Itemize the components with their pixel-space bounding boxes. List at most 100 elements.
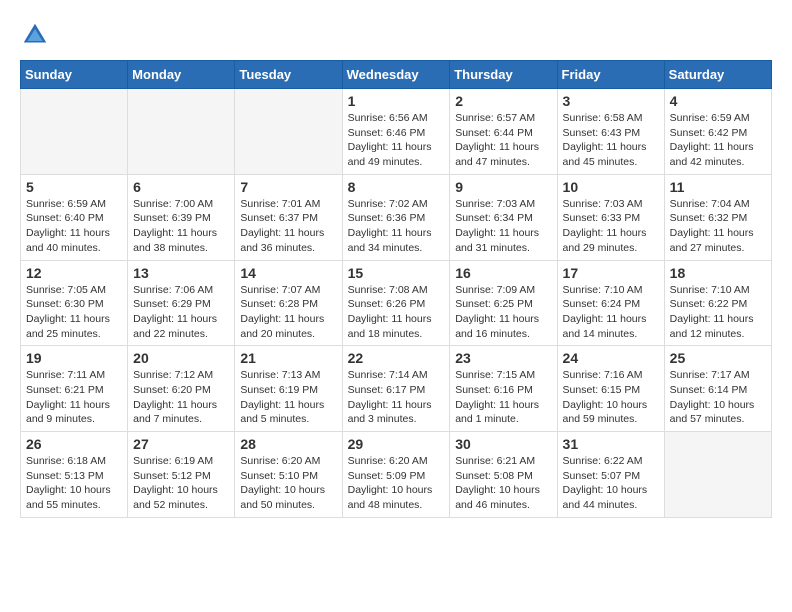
calendar-cell: 2Sunrise: 6:57 AM Sunset: 6:44 PM Daylig… [450, 89, 557, 175]
day-info: Sunrise: 6:18 AM Sunset: 5:13 PM Dayligh… [26, 454, 122, 513]
day-number: 24 [563, 350, 659, 366]
calendar-cell: 14Sunrise: 7:07 AM Sunset: 6:28 PM Dayli… [235, 260, 342, 346]
day-info: Sunrise: 7:03 AM Sunset: 6:34 PM Dayligh… [455, 197, 551, 256]
day-info: Sunrise: 7:08 AM Sunset: 6:26 PM Dayligh… [348, 283, 445, 342]
day-number: 22 [348, 350, 445, 366]
day-info: Sunrise: 7:02 AM Sunset: 6:36 PM Dayligh… [348, 197, 445, 256]
day-header-thursday: Thursday [450, 61, 557, 89]
calendar-cell: 24 Sunrise: 7:16 AM Sunset: 6:15 PM Dayli… [557, 346, 664, 432]
calendar-cell [21, 89, 128, 175]
calendar-cell: 28 Sunrise: 6:20 AM Sunset: 5:10 PM Dayli… [235, 432, 342, 518]
calendar-cell: 26 Sunrise: 6:18 AM Sunset: 5:13 PM Dayli… [21, 432, 128, 518]
day-header-monday: Monday [128, 61, 235, 89]
day-info: Sunrise: 7:17 AM Sunset: 6:14 PM Dayligh… [670, 368, 766, 427]
day-number: 25 [670, 350, 766, 366]
day-info: Sunrise: 6:56 AM Sunset: 6:46 PM Dayligh… [348, 111, 445, 170]
day-number: 17 [563, 265, 659, 281]
day-info: Sunrise: 7:16 AM Sunset: 6:15 PM Dayligh… [563, 368, 659, 427]
calendar-cell [664, 432, 771, 518]
calendar-cell: 18 Sunrise: 7:10 AM Sunset: 6:22 PM Dayli… [664, 260, 771, 346]
calendar-cell [128, 89, 235, 175]
day-number: 13 [133, 265, 229, 281]
day-info: Sunrise: 7:01 AM Sunset: 6:37 PM Dayligh… [240, 197, 336, 256]
day-number: 3 [563, 93, 659, 109]
calendar-cell: 31 Sunrise: 6:22 AM Sunset: 5:07 PM Dayli… [557, 432, 664, 518]
day-number: 10 [563, 179, 659, 195]
calendar-cell: 3 Sunrise: 6:58 AM Sunset: 6:43 PM Daylig… [557, 89, 664, 175]
day-info: Sunrise: 7:13 AM Sunset: 6:19 PM Dayligh… [240, 368, 336, 427]
day-info: Sunrise: 7:15 AM Sunset: 6:16 PM Dayligh… [455, 368, 551, 427]
day-info: Sunrise: 7:05 AM Sunset: 6:30 PM Dayligh… [26, 283, 122, 342]
logo-icon [20, 20, 50, 50]
day-number: 14 [240, 265, 336, 281]
day-info: Sunrise: 6:57 AM Sunset: 6:44 PM Dayligh… [455, 111, 551, 170]
calendar-cell: 10 Sunrise: 7:03 AM Sunset: 6:33 PM Dayli… [557, 174, 664, 260]
day-info: Sunrise: 7:12 AM Sunset: 6:20 PM Dayligh… [133, 368, 229, 427]
calendar-cell: 20 Sunrise: 7:12 AM Sunset: 6:20 PM Dayli… [128, 346, 235, 432]
day-info: Sunrise: 7:03 AM Sunset: 6:33 PM Dayligh… [563, 197, 659, 256]
calendar-cell: 8 Sunrise: 7:02 AM Sunset: 6:36 PM Daylig… [342, 174, 450, 260]
day-number: 23 [455, 350, 551, 366]
calendar-cell: 17 Sunrise: 7:10 AM Sunset: 6:24 PM Dayli… [557, 260, 664, 346]
day-number: 29 [348, 436, 445, 452]
day-number: 8 [348, 179, 445, 195]
day-info: Sunrise: 7:00 AM Sunset: 6:39 PM Dayligh… [133, 197, 229, 256]
day-info: Sunrise: 7:09 AM Sunset: 6:25 PM Dayligh… [455, 283, 551, 342]
calendar-cell: 5 Sunrise: 6:59 AM Sunset: 6:40 PM Daylig… [21, 174, 128, 260]
day-info: Sunrise: 6:19 AM Sunset: 5:12 PM Dayligh… [133, 454, 229, 513]
day-number: 16 [455, 265, 551, 281]
day-info: Sunrise: 6:58 AM Sunset: 6:43 PM Dayligh… [563, 111, 659, 170]
calendar-cell: 19 Sunrise: 7:11 AM Sunset: 6:21 PM Dayli… [21, 346, 128, 432]
day-info: Sunrise: 7:14 AM Sunset: 6:17 PM Dayligh… [348, 368, 445, 427]
day-number: 27 [133, 436, 229, 452]
day-info: Sunrise: 7:10 AM Sunset: 6:22 PM Dayligh… [670, 283, 766, 342]
calendar-cell: 21 Sunrise: 7:13 AM Sunset: 6:19 PM Dayli… [235, 346, 342, 432]
day-number: 21 [240, 350, 336, 366]
calendar-week-3: 12 Sunrise: 7:05 AM Sunset: 6:30 PM Dayli… [21, 260, 772, 346]
day-number: 12 [26, 265, 122, 281]
calendar-cell: 22 Sunrise: 7:14 AM Sunset: 6:17 PM Dayli… [342, 346, 450, 432]
calendar-cell [235, 89, 342, 175]
day-number: 28 [240, 436, 336, 452]
calendar-table: SundayMondayTuesdayWednesdayThursdayFrid… [20, 60, 772, 518]
day-info: Sunrise: 6:22 AM Sunset: 5:07 PM Dayligh… [563, 454, 659, 513]
day-header-friday: Friday [557, 61, 664, 89]
calendar-cell: 11Sunrise: 7:04 AM Sunset: 6:32 PM Dayli… [664, 174, 771, 260]
calendar-week-1: 1 Sunrise: 6:56 AM Sunset: 6:46 PM Daylig… [21, 89, 772, 175]
calendar-cell: 29 Sunrise: 6:20 AM Sunset: 5:09 PM Dayli… [342, 432, 450, 518]
calendar-week-5: 26 Sunrise: 6:18 AM Sunset: 5:13 PM Dayli… [21, 432, 772, 518]
day-number: 26 [26, 436, 122, 452]
day-header-wednesday: Wednesday [342, 61, 450, 89]
calendar-cell: 9 Sunrise: 7:03 AM Sunset: 6:34 PM Daylig… [450, 174, 557, 260]
page-header [20, 20, 772, 50]
calendar-cell: 7 Sunrise: 7:01 AM Sunset: 6:37 PM Daylig… [235, 174, 342, 260]
day-header-tuesday: Tuesday [235, 61, 342, 89]
calendar-cell: 15 Sunrise: 7:08 AM Sunset: 6:26 PM Dayli… [342, 260, 450, 346]
day-info: Sunrise: 7:11 AM Sunset: 6:21 PM Dayligh… [26, 368, 122, 427]
day-info: Sunrise: 6:20 AM Sunset: 5:10 PM Dayligh… [240, 454, 336, 513]
day-number: 18 [670, 265, 766, 281]
logo [20, 20, 56, 50]
day-number: 9 [455, 179, 551, 195]
day-number: 5 [26, 179, 122, 195]
calendar-cell: 16 Sunrise: 7:09 AM Sunset: 6:25 PM Dayli… [450, 260, 557, 346]
day-number: 4 [670, 93, 766, 109]
day-header-sunday: Sunday [21, 61, 128, 89]
day-info: Sunrise: 6:59 AM Sunset: 6:40 PM Dayligh… [26, 197, 122, 256]
day-info: Sunrise: 6:59 AM Sunset: 6:42 PM Dayligh… [670, 111, 766, 170]
day-number: 7 [240, 179, 336, 195]
calendar-cell: 13Sunrise: 7:06 AM Sunset: 6:29 PM Dayli… [128, 260, 235, 346]
calendar-cell: 1 Sunrise: 6:56 AM Sunset: 6:46 PM Daylig… [342, 89, 450, 175]
day-info: Sunrise: 7:10 AM Sunset: 6:24 PM Dayligh… [563, 283, 659, 342]
day-number: 19 [26, 350, 122, 366]
day-number: 30 [455, 436, 551, 452]
day-number: 15 [348, 265, 445, 281]
day-info: Sunrise: 6:21 AM Sunset: 5:08 PM Dayligh… [455, 454, 551, 513]
calendar-cell: 23 Sunrise: 7:15 AM Sunset: 6:16 PM Dayli… [450, 346, 557, 432]
day-number: 31 [563, 436, 659, 452]
day-number: 1 [348, 93, 445, 109]
day-number: 20 [133, 350, 229, 366]
day-number: 11 [670, 179, 766, 195]
day-info: Sunrise: 6:20 AM Sunset: 5:09 PM Dayligh… [348, 454, 445, 513]
calendar-cell: 30 Sunrise: 6:21 AM Sunset: 5:08 PM Dayli… [450, 432, 557, 518]
